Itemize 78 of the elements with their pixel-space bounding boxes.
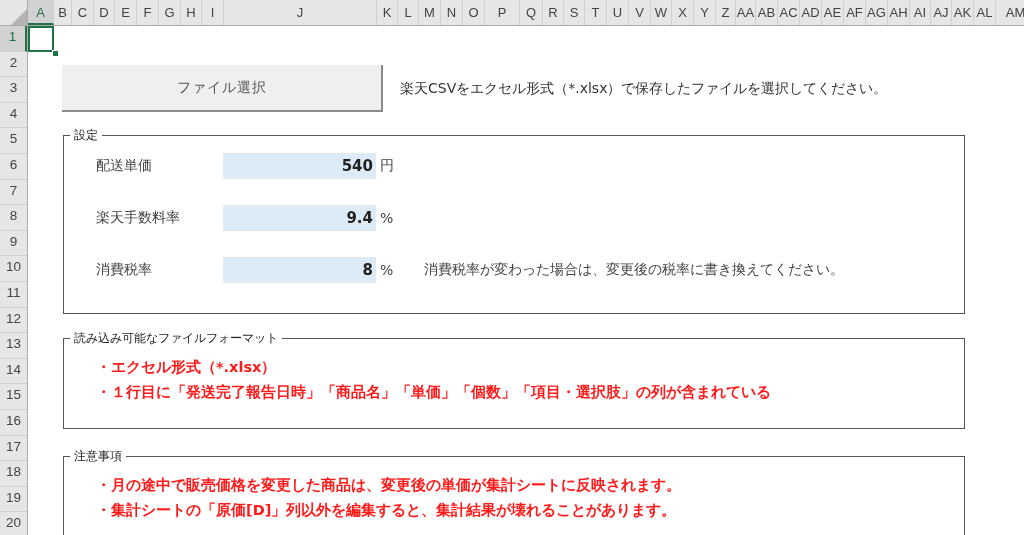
column-header[interactable]: AB [756,0,778,25]
column-header[interactable]: H [181,0,202,25]
column-header[interactable]: Q [520,0,543,25]
row-header[interactable]: 2 [0,51,27,78]
column-header[interactable]: AF [844,0,866,25]
row-header[interactable]: 4 [0,102,27,129]
instruction-text: 楽天CSVをエクセル形式（*.xlsx）で保存したファイルを選択してください。 [400,79,888,98]
value-cell[interactable]: 9.4 [223,205,376,231]
field-label: 配送単価 [96,157,153,175]
column-header[interactable]: F [137,0,159,25]
bullet-text: ・月の途中で販売価格を変更した商品は、変更後の単価が集計シートに反映されます。 [96,476,682,495]
value-cell[interactable]: 8 [223,257,376,283]
file-select-button[interactable]: ファイル選択 [62,65,383,112]
row-header[interactable]: 1 [0,26,27,52]
column-header[interactable]: K [377,0,398,25]
column-header[interactable]: R [543,0,564,25]
row-header[interactable]: 6 [0,153,27,180]
group-title: 注意事項 [73,449,123,464]
row-header[interactable]: 7 [0,179,27,206]
row-header[interactable]: 3 [0,77,27,103]
column-header[interactable]: Y [694,0,716,25]
row-header[interactable]: 14 [0,358,27,385]
column-header[interactable]: AK [952,0,974,25]
row-header[interactable]: 17 [0,435,27,462]
row-header[interactable]: 12 [0,307,27,334]
column-header[interactable]: AC [778,0,800,25]
column-header[interactable]: AE [822,0,844,25]
column-header[interactable]: J [224,0,377,25]
value-cell[interactable]: 540 [223,153,376,179]
column-header[interactable]: P [485,0,520,25]
row-header[interactable]: 20 [0,512,27,535]
column-header[interactable]: I [202,0,224,25]
column-header[interactable]: W [651,0,672,25]
row-header[interactable]: 19 [0,486,27,513]
group-title: 読み込み可能なファイルフォーマット [73,331,279,346]
unit-text: % [380,210,395,226]
column-header[interactable]: D [94,0,115,25]
bullet-text: ・１行目に「発送完了報告日時」「商品名」「単価」「個数」「項目・選択肢」の列が含まれている [96,383,772,402]
column-header[interactable]: G [159,0,181,25]
row-header[interactable]: 10 [0,256,27,282]
column-header[interactable]: AD [800,0,822,25]
row-header[interactable]: 16 [0,409,27,436]
column-header[interactable]: AM [996,0,1024,25]
column-header[interactable]: E [115,0,137,25]
column-header[interactable]: O [463,0,485,25]
column-header[interactable]: V [629,0,651,25]
bullet-text: ・エクセル形式（*.xlsx） [96,358,278,377]
column-header[interactable]: N [441,0,463,25]
column-header[interactable]: AH [888,0,910,25]
column-header[interactable]: AA [736,0,756,25]
field-label: 消費税率 [96,261,153,279]
field-label: 楽天手数料率 [96,209,181,227]
row-header[interactable]: 11 [0,281,27,308]
row-header[interactable]: 18 [0,461,27,487]
column-header[interactable]: AJ [931,0,952,25]
column-header[interactable]: M [419,0,441,25]
row-header[interactable]: 15 [0,384,27,410]
column-header[interactable]: AI [910,0,931,25]
row-header[interactable]: 13 [0,333,27,359]
unit-text: % [380,262,395,278]
column-header[interactable]: U [607,0,629,25]
column-header[interactable]: X [672,0,694,25]
column-header[interactable]: AG [866,0,888,25]
group-title: 設定 [73,128,99,143]
column-header[interactable]: Z [716,0,736,25]
column-header[interactable]: B [54,0,72,25]
column-header[interactable]: A [28,0,54,25]
column-header[interactable]: L [398,0,419,25]
unit-text: 円 [380,157,395,175]
row-header[interactable]: 8 [0,205,27,231]
column-header[interactable]: S [564,0,585,25]
bullet-text: ・集計シートの「原価[D]」列以外を編集すると、集計結果が壊れることがあります。 [96,501,678,520]
column-header[interactable]: C [72,0,94,25]
row-header[interactable]: 5 [0,128,27,154]
column-header[interactable]: T [585,0,607,25]
row-header[interactable]: 9 [0,230,27,257]
column-header[interactable]: AL [974,0,996,25]
note-text: 消費税率が変わった場合は、変更後の税率に書き換えてください。 [424,261,844,279]
